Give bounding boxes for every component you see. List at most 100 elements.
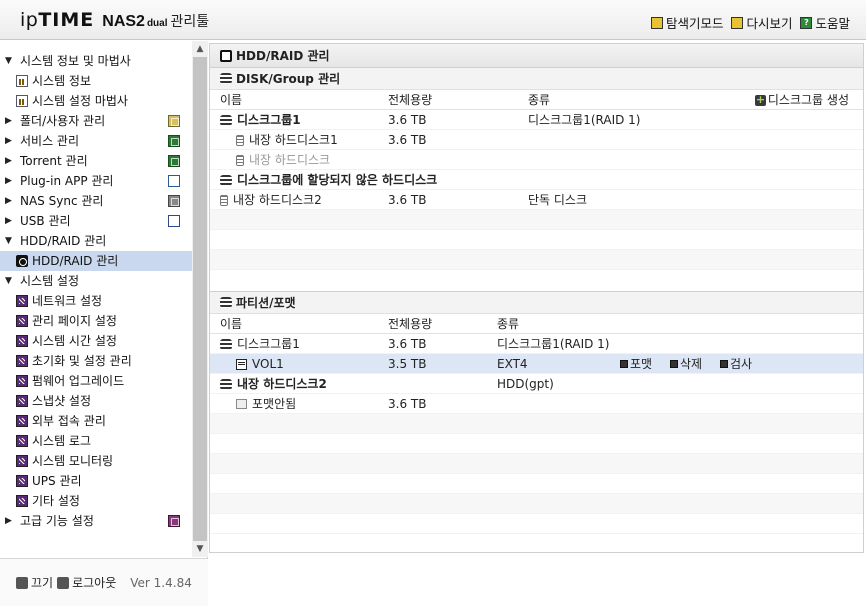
menu-service[interactable]: ▶ 서비스 관리 [0,131,192,151]
empty-row [210,414,863,434]
table-row[interactable]: 디스크그룹1 3.6 TB 디스크그룹1(RAID 1) [210,334,863,354]
table-row[interactable]: 디스크그룹1 3.6 TB 디스크그룹1(RAID 1) [210,110,863,130]
disk-group-icon [220,338,232,350]
expanded-arrow-icon[interactable]: ▼ [5,231,12,251]
help-link[interactable]: ? 도움말 [800,13,850,32]
table-row-selected[interactable]: VOL1 3.5 TB EXT4 포맷 삭제 검사 [210,354,863,374]
menu-setup-wizard[interactable]: 시스템 설정 마법사 [0,91,192,111]
menu-nas-sync[interactable]: ▶ NAS Sync 관리 [0,191,192,211]
tool-title: 관리툴 [170,14,210,30]
chart-icon [16,95,28,107]
empty-row [210,434,863,454]
menu-misc[interactable]: 기타 설정 [0,491,192,511]
menu-reset-config[interactable]: 초기화 및 설정 관리 [0,351,192,371]
table-row[interactable]: 내장 하드디스크 [210,150,863,170]
row-name-text: 디스크그룹1 [237,113,301,127]
row-name: 내장 하드디스크2 [220,190,322,210]
disk-icon [220,194,228,206]
settings-icon [16,375,28,387]
scroll-up-icon[interactable]: ▲ [192,41,208,57]
settings-icon [16,435,28,447]
empty-row [210,454,863,474]
menu-external-access[interactable]: 외부 접속 관리 [0,411,192,431]
row-capacity: 3.6 TB [388,397,427,411]
create-disk-group-button[interactable]: 디스크그룹 생성 [754,90,849,110]
menu-hdd-raid[interactable]: ▼ HDD/RAID 관리 [0,231,192,251]
row-name: 포맷안됨 [236,394,296,414]
table-row[interactable]: 내장 하드디스크1 3.6 TB [210,130,863,150]
menu-system-settings[interactable]: ▼ 시스템 설정 [0,271,192,291]
collapsed-arrow-icon[interactable]: ▶ [5,151,12,171]
expanded-arrow-icon[interactable]: ▼ [5,271,12,291]
menu-usb[interactable]: ▶ USB 관리 [0,211,192,231]
disk-stack-icon [220,73,232,84]
menu-folder-user[interactable]: ▶ 폴더/사용자 관리 [0,111,192,131]
menu-label: 시스템 시간 설정 [32,334,117,348]
menu-torrent[interactable]: ▶ Torrent 관리 [0,151,192,171]
create-disk-group-label: 디스크그룹 생성 [767,93,849,107]
collapsed-arrow-icon[interactable]: ▶ [5,511,12,531]
logout-button[interactable]: 로그아웃 [57,574,116,591]
row-name-text: 디스크그룹1 [237,337,300,351]
refresh-link[interactable]: 다시보기 [731,13,792,32]
format-icon [620,360,628,368]
scroll-down-icon[interactable]: ▼ [192,541,208,557]
delete-label: 삭제 [680,357,703,371]
delete-button[interactable]: 삭제 [670,354,702,374]
sidebar-scrollbar[interactable]: ▲ ▼ [192,41,208,557]
menu-network[interactable]: 네트워크 설정 [0,291,192,311]
collapsed-arrow-icon[interactable]: ▶ [5,211,12,231]
format-label: 포맷 [630,357,653,371]
menu-system-log[interactable]: 시스템 로그 [0,431,192,451]
menu-admin-page[interactable]: 관리 페이지 설정 [0,311,192,331]
table-row[interactable]: 디스크그룹에 할당되지 않은 하드디스크 [210,170,863,190]
table-row[interactable]: 포맷안됨 3.6 TB [210,394,863,414]
menu-system-info-wizard[interactable]: ▼ 시스템 정보 및 마법사 [0,51,192,71]
collapsed-arrow-icon[interactable]: ▶ [5,171,12,191]
col-name: 이름 [220,93,243,107]
row-name-text: 디스크그룹에 할당되지 않은 하드디스크 [237,173,438,187]
power-off-button[interactable]: 끄기 [16,574,53,591]
disk-group-icon [220,114,232,126]
menu-system-info[interactable]: 시스템 정보 [0,71,192,91]
explorer-mode-link[interactable]: 탐색기모드 [650,13,723,32]
row-name-text: VOL1 [252,357,284,371]
table-row[interactable]: 내장 하드디스크2 HDD(gpt) [210,374,863,394]
row-capacity: 3.6 TB [388,193,427,207]
partition-panel: 파티션/포맷 이름 전체용량 종류 디스크그룹1 3.6 TB 디스크그룹1(R… [209,291,864,553]
format-button[interactable]: 포맷 [620,354,652,374]
expanded-arrow-icon[interactable]: ▼ [5,51,12,71]
menu-label: 시스템 정보 [32,74,92,88]
menu-firmware[interactable]: 펌웨어 업그레이드 [0,371,192,391]
volume-icon [236,358,247,370]
menu-plugin[interactable]: ▶ Plug-in APP 관리 [0,171,192,191]
check-icon [720,360,728,368]
row-capacity: 3.6 TB [388,133,427,147]
check-button[interactable]: 검사 [720,354,752,374]
menu-label: UPS 관리 [32,474,82,488]
logo-bold: TIME [38,9,95,31]
menu-label: 스냅샷 설정 [32,394,92,408]
advanced-icon [168,515,180,527]
menu-snapshot[interactable]: 스냅샷 설정 [0,391,192,411]
menu-system-monitor[interactable]: 시스템 모니터링 [0,451,192,471]
partition-icon [220,297,232,308]
collapsed-arrow-icon[interactable]: ▶ [5,111,12,131]
collapsed-arrow-icon[interactable]: ▶ [5,191,12,211]
menu-advanced[interactable]: ▶ 고급 기능 설정 [0,511,192,531]
disk-table-header: 이름 전체용량 종류 디스크그룹 생성 [210,90,863,110]
menu-hdd-raid-manage[interactable]: HDD/RAID 관리 [0,251,192,271]
collapsed-arrow-icon[interactable]: ▶ [5,131,12,151]
disk-group-title: DISK/Group 관리 [236,71,341,86]
row-type: EXT4 [497,357,528,371]
menu-system-time[interactable]: 시스템 시간 설정 [0,331,192,351]
scroll-thumb[interactable] [193,57,207,541]
menu-ups[interactable]: UPS 관리 [0,471,192,491]
row-name-text: 내장 하드디스크2 [237,377,327,391]
disk-group-panel: HDD/RAID 관리 DISK/Group 관리 이름 전체용량 종류 디스크… [209,43,864,295]
hdd-icon [16,255,28,267]
table-row[interactable]: 내장 하드디스크2 3.6 TB 단독 디스크 [210,190,863,210]
disk-icon [236,154,244,166]
menu-label: NAS Sync 관리 [20,194,104,208]
delete-icon [670,360,678,368]
